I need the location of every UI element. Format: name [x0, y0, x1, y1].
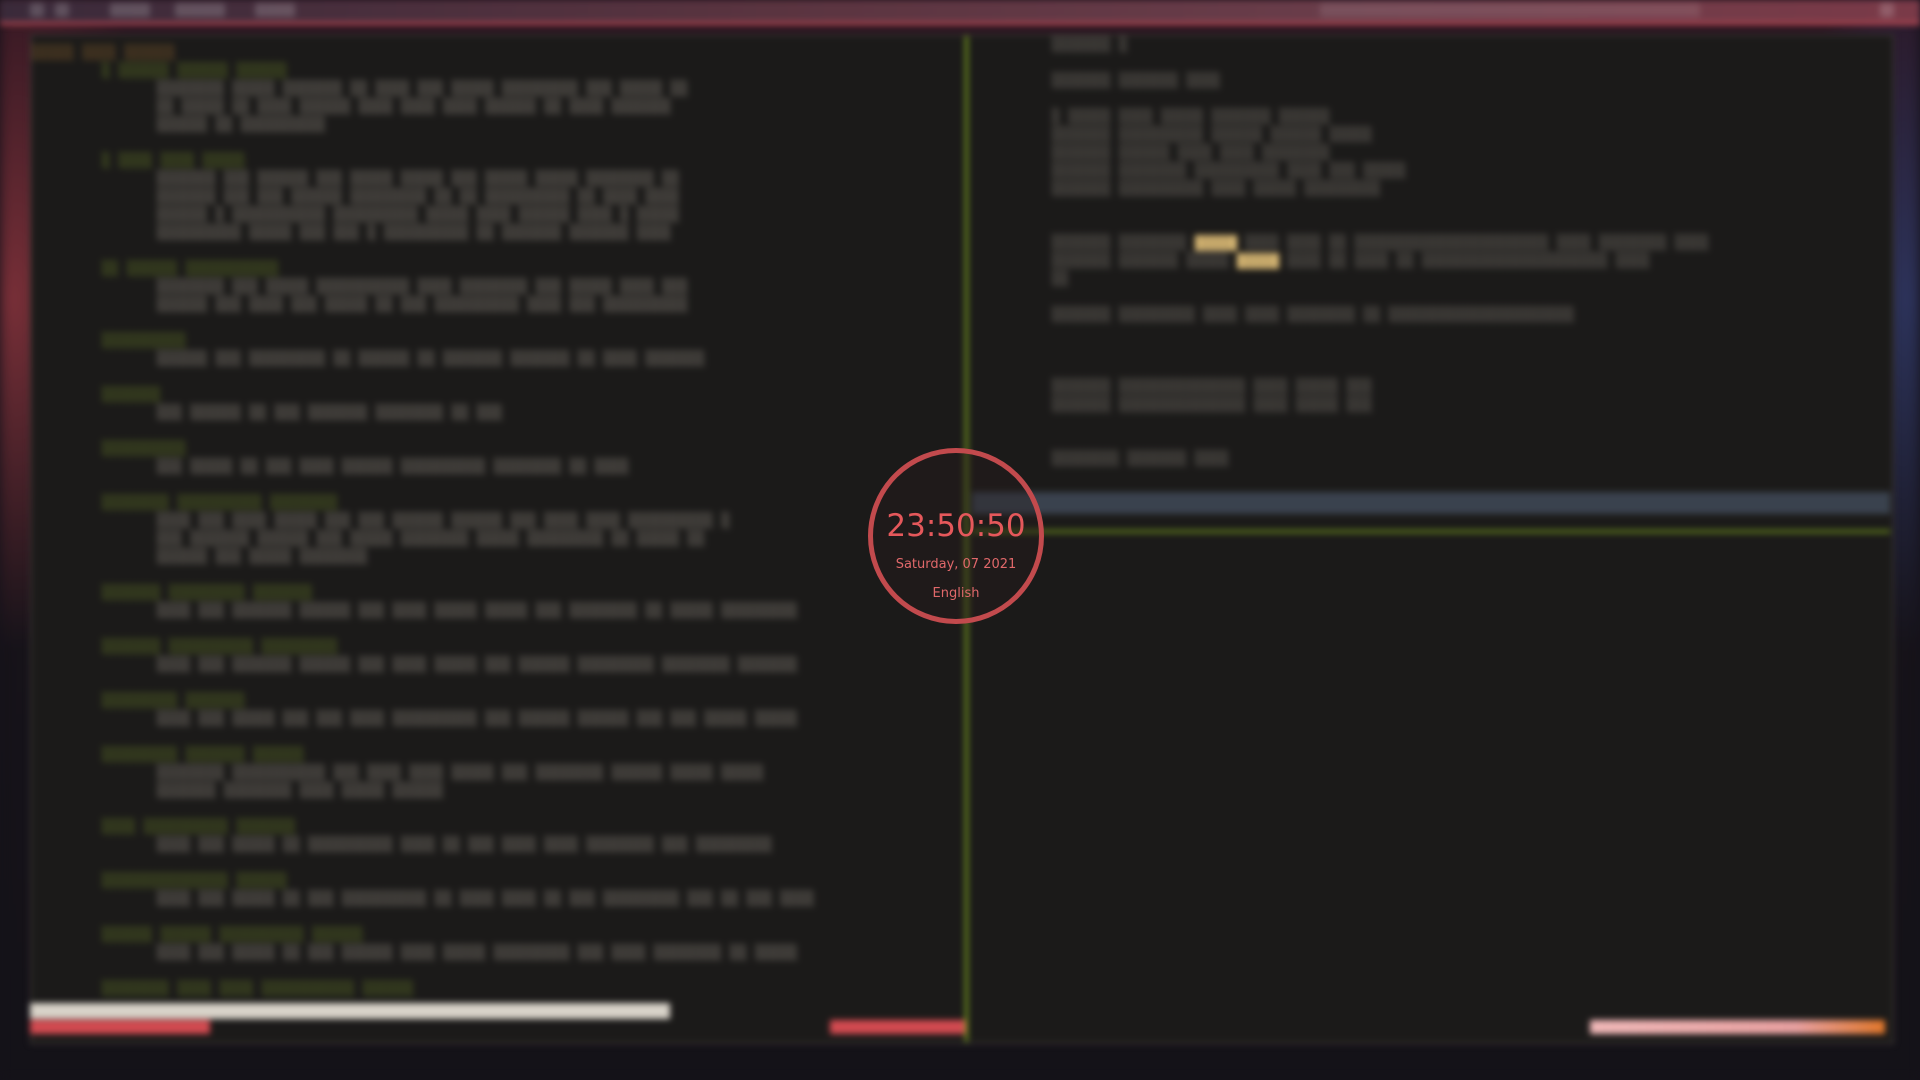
left-status-line: [30, 1003, 670, 1019]
workspace-indicator: [255, 3, 295, 17]
config-pane: ░░░░░░░ ░ ░░░░░░░ ░░░░░░░ ░░░░ ░ ░░░░░ ░…: [972, 36, 1890, 1042]
workspace-indicator: [110, 3, 150, 17]
horizontal-divider: [972, 530, 1890, 533]
workspace-indicator: [30, 3, 44, 17]
man-page-pane: ░░░░░ ░░░░ ░░░░░░ ░ ░░░░░░ ░░░░░░ ░░░░░░…: [32, 45, 815, 997]
middle-status-indicator: [830, 1020, 965, 1034]
left-mode-indicator: [30, 1020, 210, 1034]
editor-status-line: [972, 492, 1890, 514]
workspace-indicator: [175, 3, 225, 17]
keyboard-layout-label: English: [932, 586, 980, 601]
lock-clock-date: Saturday, 07 2021: [895, 557, 1017, 572]
workspace-indicator: [55, 3, 69, 17]
tray-icon: [1880, 3, 1894, 17]
top-bar: [0, 0, 1920, 25]
right-status-line: [1590, 1020, 1885, 1034]
status-modules: [1320, 3, 1700, 17]
lock-clock-time: 23:50:50: [886, 508, 1026, 544]
